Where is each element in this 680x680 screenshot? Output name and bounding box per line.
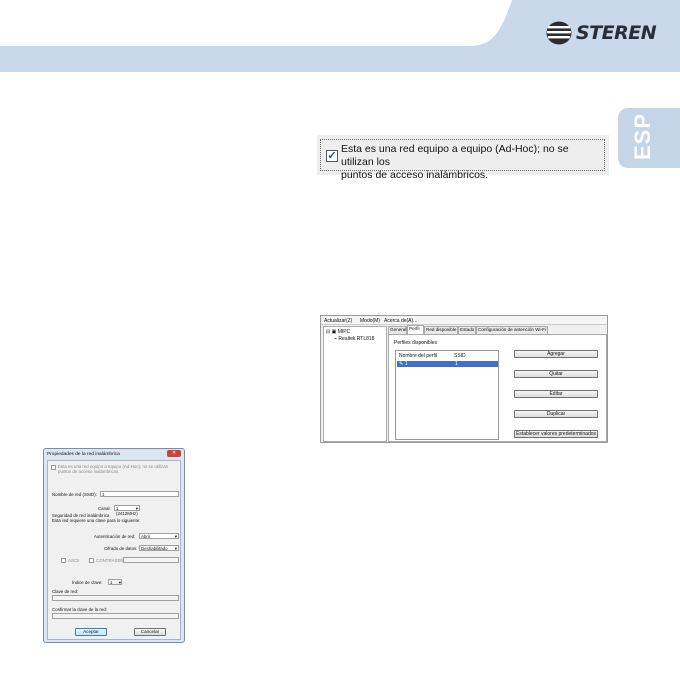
encryption-value: Deshabilitado <box>141 546 168 551</box>
adhoc-checkbox-dialog[interactable] <box>51 465 56 470</box>
adhoc-option-line-1: Esta es una red equipo a equipo (Ad-Hoc)… <box>341 143 569 168</box>
encryption-label: Cifrado de datos: <box>104 546 138 551</box>
chevron-down-icon: ▾ <box>174 546 177 551</box>
column-profile-name[interactable]: Nombre del perfil <box>399 353 437 359</box>
confirm-key-label: Confirmar la clave de la red: <box>52 607 107 612</box>
edit-button[interactable]: Editar <box>514 390 598 398</box>
channel-value: 1 (2412MHz) <box>116 506 138 516</box>
ascii-checkbox[interactable] <box>61 558 66 563</box>
duplicate-button[interactable]: Duplicar <box>514 410 598 418</box>
column-ssid[interactable]: SSID <box>454 353 466 359</box>
menu-item-mode[interactable]: Modo(M) <box>360 318 380 324</box>
profile-row-name: 1 <box>405 361 408 367</box>
auth-value: Abrir <box>141 534 151 539</box>
tab-available-networks[interactable]: Red disponible <box>424 326 458 334</box>
tab-profile[interactable]: Perfil <box>407 325 424 334</box>
adhoc-checkbox[interactable]: ✓ <box>326 150 338 162</box>
password-checkbox[interactable] <box>89 558 94 563</box>
key-index-value: 1 <box>110 580 113 585</box>
key-index-select[interactable]: 1 ▾ <box>108 579 122 585</box>
adhoc-option-line-2: puntos de acceso inalámbricos. <box>341 169 489 181</box>
chevron-down-icon: ▾ <box>118 580 121 585</box>
ssid-input[interactable]: 1 <box>100 491 179 497</box>
ascii-label: ASCII <box>68 558 80 563</box>
password-field[interactable] <box>123 557 179 563</box>
security-description: Esta red requiere una clave para lo sigu… <box>52 518 141 523</box>
profile-manager-window: Actualizar(Z) Modo(M) Acerca de(A)... ⊟ … <box>320 315 608 443</box>
password-label: CONTRASEÑA <box>96 558 127 563</box>
steren-logo-icon <box>546 21 572 45</box>
adapter-tree: ⊟ ▣ MIPC ⌁ Realtek RTL818 <box>323 326 387 442</box>
menu-item-about[interactable]: Acerca de(A)... <box>384 318 417 324</box>
close-icon[interactable]: ✕ <box>167 450 181 457</box>
key-index-label: Índice de clave: <box>72 580 103 585</box>
wireless-properties-dialog: Propiedades de la red inalámbrica ✕ Esta… <box>43 448 185 643</box>
tree-root[interactable]: ⊟ ▣ MIPC <box>326 329 350 335</box>
ok-button[interactable]: Aceptar <box>75 628 107 636</box>
profile-panel: Perfiles disponibles Nombre del perfil S… <box>388 334 607 442</box>
steren-logo: STEREN <box>546 20 658 46</box>
add-button[interactable]: Agregar <box>514 350 598 358</box>
profile-list[interactable]: Nombre del perfil SSID ✎ 1 1 <box>395 350 499 440</box>
tree-adapter[interactable]: ⌁ Realtek RTL818 <box>334 336 374 342</box>
adhoc-option-label: Esta es una red equipo a equipo (Ad-Hoc)… <box>341 143 603 182</box>
ssid-label: Nombre de red (SSID): <box>52 492 97 497</box>
auth-select[interactable]: Abrir ▾ <box>139 533 179 539</box>
encryption-select[interactable]: Deshabilitado ▾ <box>139 545 179 551</box>
profile-row-ssid: 1 <box>455 361 458 367</box>
menu-item-refresh[interactable]: Actualizar(Z) <box>324 318 352 324</box>
auth-label: Autenticación de red: <box>94 534 136 539</box>
chevron-down-icon: ▾ <box>135 506 138 511</box>
profile-row-selected[interactable]: ✎ 1 1 <box>397 361 498 367</box>
brand-name: STEREN <box>576 22 657 44</box>
adhoc-option-focus: ✓ Esta es una red equipo a equipo (Ad-Ho… <box>320 139 605 181</box>
cancel-button[interactable]: Cancelar <box>134 628 166 636</box>
available-profiles-label: Perfiles disponibles <box>394 340 438 346</box>
profile-icon: ✎ <box>399 361 404 367</box>
menu-bar: Actualizar(Z) Modo(M) Acerca de(A)... <box>321 316 607 325</box>
network-key-input[interactable] <box>52 595 179 601</box>
set-defaults-button[interactable]: Establecer valores predeterminados <box>514 430 598 438</box>
language-tab-label: ESP <box>630 112 655 160</box>
tab-wifi-settings[interactable]: Configuración de antención Wi-Fi <box>476 326 548 334</box>
dialog-body: Esta es una red equipo a equipo (Ad-Hoc)… <box>47 460 181 640</box>
tree-adapter-label: Realtek RTL818 <box>338 336 375 342</box>
dialog-title: Propiedades de la red inalámbrica <box>47 452 120 457</box>
chevron-down-icon: ▾ <box>174 534 177 539</box>
dialog-adhoc-line-2: puntos de acceso inalámbricos. <box>58 469 120 474</box>
channel-select[interactable]: 1 (2412MHz) ▾ <box>114 505 140 516</box>
language-tab: ESP <box>618 108 680 168</box>
channel-label: Canal: <box>98 506 111 511</box>
confirm-key-input[interactable] <box>52 613 179 619</box>
adhoc-option-panel: ✓ Esta es una red equipo a equipo (Ad-Ho… <box>317 135 609 181</box>
tree-root-label: MIPC <box>337 329 351 335</box>
remove-button[interactable]: Quitar <box>514 370 598 378</box>
network-key-label: Clave de red: <box>52 589 79 594</box>
tab-general[interactable]: General <box>388 326 407 334</box>
tab-status[interactable]: Estado <box>458 326 476 334</box>
